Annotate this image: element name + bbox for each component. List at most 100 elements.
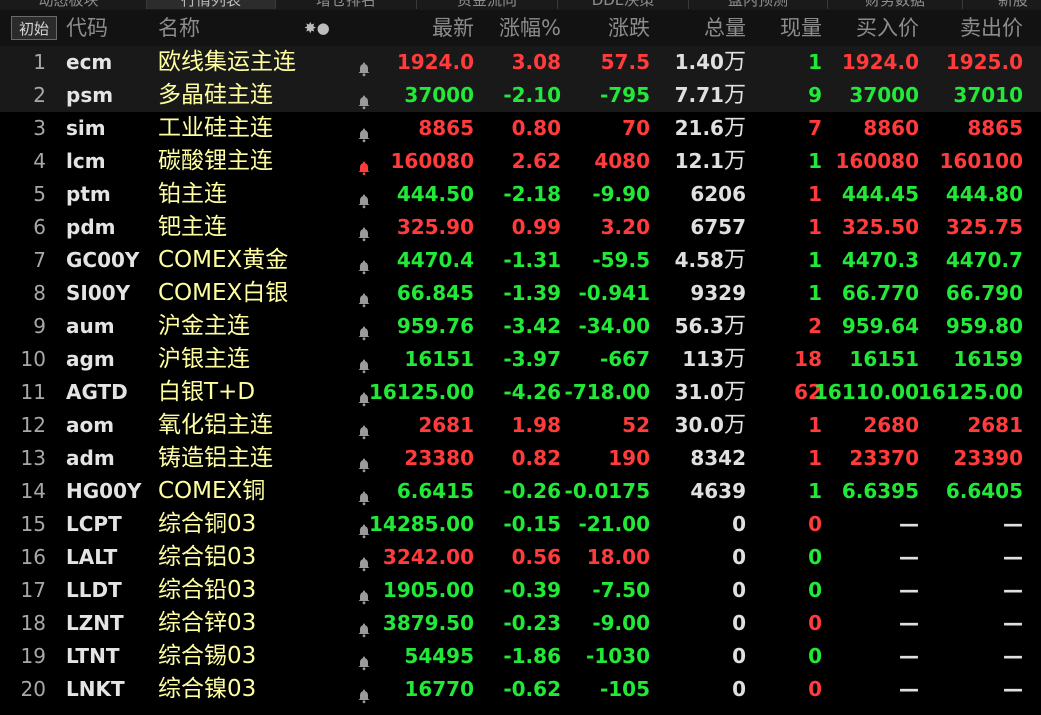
table-row[interactable]: 4 lcm 碳酸锂主连 160080 2.62 4080 12.1万 1 160080 16010… xyxy=(0,145,1041,178)
bell-icon[interactable] xyxy=(356,55,372,77)
row-name[interactable]: 铸造铝主连 xyxy=(158,442,273,475)
bell-icon[interactable] xyxy=(356,121,372,143)
header-name[interactable]: 名称 xyxy=(158,10,200,46)
row-name[interactable]: 综合铜03 xyxy=(158,508,256,541)
table-row[interactable]: 16 LALT 综合铝03 3242.00 0.56 18.00 0 0 — — xyxy=(0,541,1041,574)
bell-icon[interactable] xyxy=(356,319,372,341)
row-code[interactable]: LNKT xyxy=(66,673,125,706)
row-name[interactable]: COMEX白银 xyxy=(158,277,288,310)
table-row[interactable]: 11 AGTD 白银T+D 16125.00 -4.26 -718.00 31.0万 62 16… xyxy=(0,376,1041,409)
table-row[interactable]: 1 ecm 欧线集运主连 1924.0 3.08 57.5 1.40万 1 1924.0 1925… xyxy=(0,46,1041,79)
header-price[interactable]: 最新 xyxy=(432,10,474,46)
table-row[interactable]: 17 LLDT 综合铅03 1905.00 -0.39 -7.50 0 0 — — xyxy=(0,574,1041,607)
table-row[interactable]: 2 psm 多晶硅主连 37000 -2.10 -795 7.71万 9 37000 37010 xyxy=(0,79,1041,112)
table-row[interactable]: 3 sim 工业硅主连 8865 0.80 70 21.6万 7 8860 8865 xyxy=(0,112,1041,145)
row-code[interactable]: lcm xyxy=(66,145,106,178)
row-code[interactable]: aom xyxy=(66,409,114,442)
tab-quote-list[interactable]: 行情列表 xyxy=(146,0,276,9)
tab-dynamic-sector[interactable]: 动态板块 xyxy=(0,0,147,9)
bell-icon[interactable] xyxy=(356,352,372,374)
tab-intraday-forecast[interactable]: 盘内预测 xyxy=(688,0,828,9)
row-code[interactable]: psm xyxy=(66,79,113,112)
row-name[interactable]: 钯主连 xyxy=(158,211,227,244)
bell-icon[interactable] xyxy=(356,187,372,209)
row-name[interactable]: 欧线集运主连 xyxy=(158,46,296,79)
header-current-volume[interactable]: 现量 xyxy=(780,10,822,46)
row-code[interactable]: adm xyxy=(66,442,115,475)
row-volume-value: 8342 xyxy=(690,446,746,470)
bell-icon[interactable] xyxy=(356,451,372,473)
row-name[interactable]: 综合镍03 xyxy=(158,673,256,706)
row-name[interactable]: 沪银主连 xyxy=(158,343,250,376)
row-name[interactable]: 综合锌03 xyxy=(158,607,256,640)
bell-icon[interactable] xyxy=(356,616,372,638)
row-code[interactable]: LTNT xyxy=(66,640,119,673)
table-row[interactable]: 13 adm 铸造铝主连 23380 0.82 190 8342 1 23370 23390 xyxy=(0,442,1041,475)
row-name[interactable]: 工业硅主连 xyxy=(158,112,273,145)
bell-icon[interactable] xyxy=(356,253,372,275)
row-code[interactable]: ptm xyxy=(66,178,111,211)
row-name[interactable]: 综合锡03 xyxy=(158,640,256,673)
bell-icon[interactable] xyxy=(356,220,372,242)
table-row[interactable]: 19 LTNT 综合锡03 54495 -1.86 -1030 0 0 — — xyxy=(0,640,1041,673)
bell-icon[interactable] xyxy=(356,418,372,440)
bell-icon[interactable] xyxy=(356,682,372,704)
row-code[interactable]: LCPT xyxy=(66,508,122,541)
row-code[interactable]: ecm xyxy=(66,46,112,79)
header-code[interactable]: 代码 xyxy=(66,10,108,46)
header-pct[interactable]: 涨幅% xyxy=(499,10,561,46)
row-code[interactable]: AGTD xyxy=(66,376,128,409)
table-row[interactable]: 20 LNKT 综合镍03 16770 -0.62 -105 0 0 — — xyxy=(0,673,1041,706)
bell-icon[interactable] xyxy=(356,583,372,605)
header-change[interactable]: 涨跌 xyxy=(608,10,650,46)
row-code[interactable]: sim xyxy=(66,112,106,145)
row-name[interactable]: COMEX黄金 xyxy=(158,244,288,277)
column-settings-icon[interactable]: ✸● xyxy=(304,10,330,46)
bell-icon[interactable] xyxy=(356,484,372,506)
row-code[interactable]: LALT xyxy=(66,541,117,574)
header-volume[interactable]: 总量 xyxy=(704,10,746,46)
alert-bell-icon[interactable] xyxy=(356,154,372,176)
row-ask: 2681 xyxy=(967,413,1023,437)
tab-position-rank[interactable]: 增仓排名 xyxy=(275,0,417,9)
row-name[interactable]: 综合铝03 xyxy=(158,541,256,574)
row-name[interactable]: 沪金主连 xyxy=(158,310,250,343)
header-ask[interactable]: 卖出价 xyxy=(960,10,1023,46)
row-name[interactable]: COMEX铜 xyxy=(158,475,265,508)
table-row[interactable]: 7 GC00Y COMEX黄金 4470.4 -1.31 -59.5 4.58万 1 4470.… xyxy=(0,244,1041,277)
row-name[interactable]: 白银T+D xyxy=(158,376,255,409)
row-code[interactable]: LLDT xyxy=(66,574,122,607)
table-row[interactable]: 12 aom 氧化铝主连 2681 1.98 52 30.0万 1 2680 2681 xyxy=(0,409,1041,442)
bell-icon[interactable] xyxy=(356,286,372,308)
row-code[interactable]: aum xyxy=(66,310,115,343)
tab-new-stock[interactable]: 新股 xyxy=(962,0,1041,9)
row-name[interactable]: 氧化铝主连 xyxy=(158,409,273,442)
row-name[interactable]: 铂主连 xyxy=(158,178,227,211)
table-row[interactable]: 14 HG00Y COMEX铜 6.6415 -0.26 -0.0175 4639 1 6.63… xyxy=(0,475,1041,508)
bell-icon[interactable] xyxy=(356,649,372,671)
bell-icon[interactable] xyxy=(356,550,372,572)
tab-financial-data[interactable]: 财务数据 xyxy=(827,0,963,9)
table-row[interactable]: 15 LCPT 综合铜03 14285.00 -0.15 -21.00 0 0 — — xyxy=(0,508,1041,541)
row-name[interactable]: 碳酸锂主连 xyxy=(158,145,273,178)
row-name[interactable]: 多晶硅主连 xyxy=(158,79,273,112)
table-row[interactable]: 5 ptm 铂主连 444.50 -2.18 -9.90 6206 1 444.45 444.80 xyxy=(0,178,1041,211)
tab-fund-flow[interactable]: 资金流向 xyxy=(416,0,558,9)
table-row[interactable]: 6 pdm 钯主连 325.90 0.99 3.20 6757 1 325.50 325.75 xyxy=(0,211,1041,244)
row-code[interactable]: HG00Y xyxy=(66,475,141,508)
tab-dde[interactable]: DDE决策 xyxy=(557,0,689,9)
row-code[interactable]: agm xyxy=(66,343,115,376)
table-row[interactable]: 8 SI00Y COMEX白银 66.845 -1.39 -0.941 9329 1 66.77… xyxy=(0,277,1041,310)
table-row[interactable]: 9 aum 沪金主连 959.76 -3.42 -34.00 56.3万 2 959.64 959… xyxy=(0,310,1041,343)
row-ask: — xyxy=(1003,677,1023,701)
init-button[interactable]: 初始 xyxy=(11,16,57,40)
table-row[interactable]: 10 agm 沪银主连 16151 -3.97 -667 113万 18 16151 16159 xyxy=(0,343,1041,376)
row-code[interactable]: SI00Y xyxy=(66,277,130,310)
row-code[interactable]: LZNT xyxy=(66,607,124,640)
table-row[interactable]: 18 LZNT 综合锌03 3879.50 -0.23 -9.00 0 0 — — xyxy=(0,607,1041,640)
row-code[interactable]: pdm xyxy=(66,211,115,244)
header-bid[interactable]: 买入价 xyxy=(856,10,919,46)
row-code[interactable]: GC00Y xyxy=(66,244,139,277)
row-name[interactable]: 综合铅03 xyxy=(158,574,256,607)
bell-icon[interactable] xyxy=(356,88,372,110)
